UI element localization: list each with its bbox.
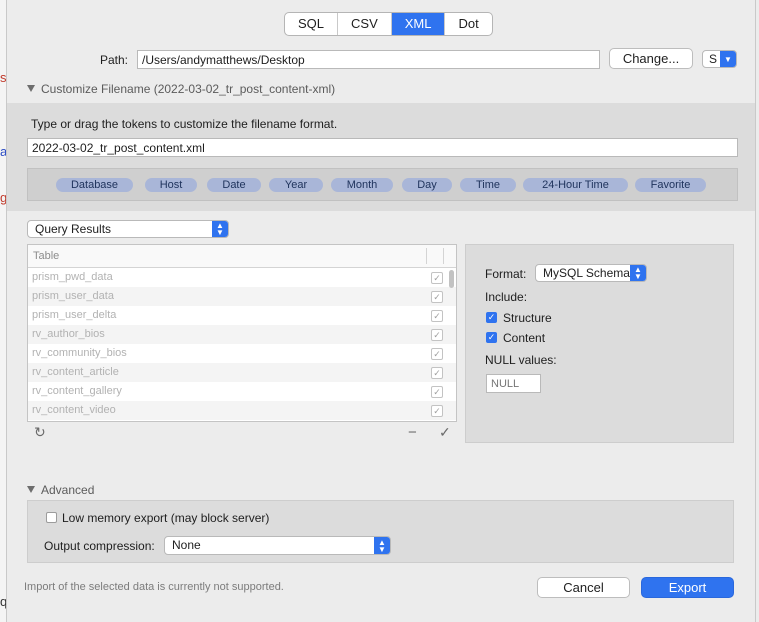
table-row-checkbox[interactable]: ✓ bbox=[431, 310, 443, 322]
path-extra-popup[interactable]: S ▼ bbox=[702, 50, 737, 68]
structure-checkbox[interactable]: ✓ bbox=[486, 312, 497, 323]
cancel-button[interactable]: Cancel bbox=[537, 577, 630, 598]
export-button[interactable]: Export bbox=[641, 577, 734, 598]
table-row[interactable]: rv_content_article ✓ bbox=[28, 363, 456, 382]
advanced-label: Advanced bbox=[41, 483, 95, 497]
compression-popup[interactable]: None ▲ ▼ bbox=[164, 536, 391, 555]
table-row-name: rv_content_gallery bbox=[32, 385, 122, 397]
path-label: Path: bbox=[100, 53, 129, 67]
format-segmented-control: SQL CSV XML Dot bbox=[284, 12, 493, 36]
structure-label: Structure bbox=[503, 311, 552, 325]
table-row-checkbox[interactable]: ✓ bbox=[431, 329, 443, 341]
token-host[interactable]: Host bbox=[145, 178, 197, 192]
token-time[interactable]: Time bbox=[460, 178, 516, 192]
table-row[interactable]: rv_author_bios ✓ bbox=[28, 325, 456, 344]
table-row[interactable]: rv_content_video ✓ bbox=[28, 401, 456, 420]
path-field[interactable]: /Users/andymatthews/Desktop bbox=[137, 50, 600, 69]
source-popup-value: Query Results bbox=[35, 222, 112, 236]
xml-format-value: MySQL Schema bbox=[543, 266, 630, 280]
content-label: Content bbox=[503, 331, 546, 345]
xml-options-panel: Format: MySQL Schema ▲ ▼ Include: ✓ Struc… bbox=[465, 244, 734, 443]
table-row-checkbox[interactable]: ✓ bbox=[431, 386, 443, 398]
table-row[interactable]: prism_user_delta ✓ bbox=[28, 306, 456, 325]
table-row[interactable]: rv_community_bios ✓ bbox=[28, 344, 456, 363]
table-row-checkbox[interactable]: ✓ bbox=[431, 291, 443, 303]
source-popup[interactable]: Query Results ▲ ▼ bbox=[27, 220, 229, 238]
tab-sql[interactable]: SQL bbox=[285, 13, 339, 35]
token-date[interactable]: Date bbox=[207, 178, 261, 192]
chevron-updown-icon: ▲ ▼ bbox=[212, 221, 228, 237]
token-day[interactable]: Day bbox=[402, 178, 452, 192]
table-row[interactable]: prism_user_data ✓ bbox=[28, 287, 456, 306]
disclosure-triangle-icon bbox=[27, 85, 35, 92]
table-row-checkbox[interactable]: ✓ bbox=[431, 367, 443, 379]
null-values-label: NULL values: bbox=[485, 353, 557, 367]
tab-csv[interactable]: CSV bbox=[338, 13, 392, 35]
change-path-button[interactable]: Change... bbox=[609, 48, 693, 69]
token-month[interactable]: Month bbox=[331, 178, 393, 192]
filename-instruction: Type or drag the tokens to customize the… bbox=[31, 117, 338, 131]
token-24-hour-time[interactable]: 24-Hour Time bbox=[523, 178, 628, 192]
table-row-name: rv_author_bios bbox=[32, 328, 105, 340]
tables-scrollbar[interactable] bbox=[449, 270, 454, 288]
minus-icon[interactable]: − bbox=[408, 424, 417, 441]
table-row-checkbox[interactable]: ✓ bbox=[431, 272, 443, 284]
table-row-name: rv_content_article bbox=[32, 366, 119, 378]
table-row-name: rv_community_bios bbox=[32, 347, 127, 359]
low-memory-checkbox[interactable] bbox=[46, 512, 57, 523]
filename-token-bar: Database Host Date Year Month Day Time 2… bbox=[27, 168, 738, 201]
chevron-updown-icon: ▲ ▼ bbox=[630, 265, 646, 281]
customize-filename-label: Customize Filename (2022-03-02_tr_post_c… bbox=[41, 82, 336, 96]
advanced-toggle[interactable]: Advanced bbox=[27, 483, 94, 497]
status-message: Import of the selected data is currently… bbox=[24, 581, 284, 593]
token-year[interactable]: Year bbox=[269, 178, 323, 192]
table-row[interactable]: prism_pwd_data ✓ bbox=[28, 268, 456, 287]
compression-value: None bbox=[172, 538, 201, 552]
table-row-name: rv_content_video bbox=[32, 404, 116, 416]
xml-format-popup[interactable]: MySQL Schema ▲ ▼ bbox=[535, 264, 647, 282]
table-header-label: Table bbox=[33, 250, 60, 262]
chevron-updown-icon: ▼ bbox=[720, 51, 736, 67]
table-row[interactable]: rv_content_gallery ✓ bbox=[28, 382, 456, 401]
content-checkbox[interactable]: ✓ bbox=[486, 332, 497, 343]
export-sheet: SQL CSV XML Dot Path: /Users/andymatthew… bbox=[6, 0, 756, 622]
include-label: Include: bbox=[485, 290, 528, 304]
table-row-name: prism_pwd_data bbox=[32, 271, 113, 283]
token-favorite[interactable]: Favorite bbox=[635, 178, 706, 192]
disclosure-triangle-icon bbox=[27, 486, 35, 493]
tab-dot[interactable]: Dot bbox=[445, 13, 491, 35]
table-column-header[interactable]: Table bbox=[28, 245, 456, 268]
compression-label: Output compression: bbox=[44, 539, 155, 553]
table-row-checkbox[interactable]: ✓ bbox=[431, 405, 443, 417]
token-database[interactable]: Database bbox=[56, 178, 133, 192]
low-memory-label: Low memory export (may block server) bbox=[62, 511, 270, 525]
customize-filename-toggle[interactable]: Customize Filename (2022-03-02_tr_post_c… bbox=[27, 82, 335, 96]
table-row-checkbox[interactable]: ✓ bbox=[431, 348, 443, 360]
advanced-panel: Low memory export (may block server) Out… bbox=[27, 500, 734, 563]
table-row-name: prism_user_data bbox=[32, 290, 114, 302]
checkmark-icon[interactable]: ✓ bbox=[439, 424, 451, 441]
format-label: Format: bbox=[485, 267, 527, 281]
chevron-updown-icon: ▲ ▼ bbox=[374, 537, 390, 554]
path-extra-popup-value: S bbox=[709, 52, 718, 66]
null-values-input[interactable] bbox=[486, 374, 541, 393]
table-row-name: prism_user_delta bbox=[32, 309, 117, 321]
tables-list: Table prism_pwd_data ✓ prism_user_data ✓… bbox=[27, 244, 457, 422]
tab-xml[interactable]: XML bbox=[391, 13, 446, 35]
refresh-icon[interactable]: ↻ bbox=[34, 424, 46, 441]
filename-field[interactable]: 2022-03-02_tr_post_content.xml bbox=[27, 138, 738, 157]
